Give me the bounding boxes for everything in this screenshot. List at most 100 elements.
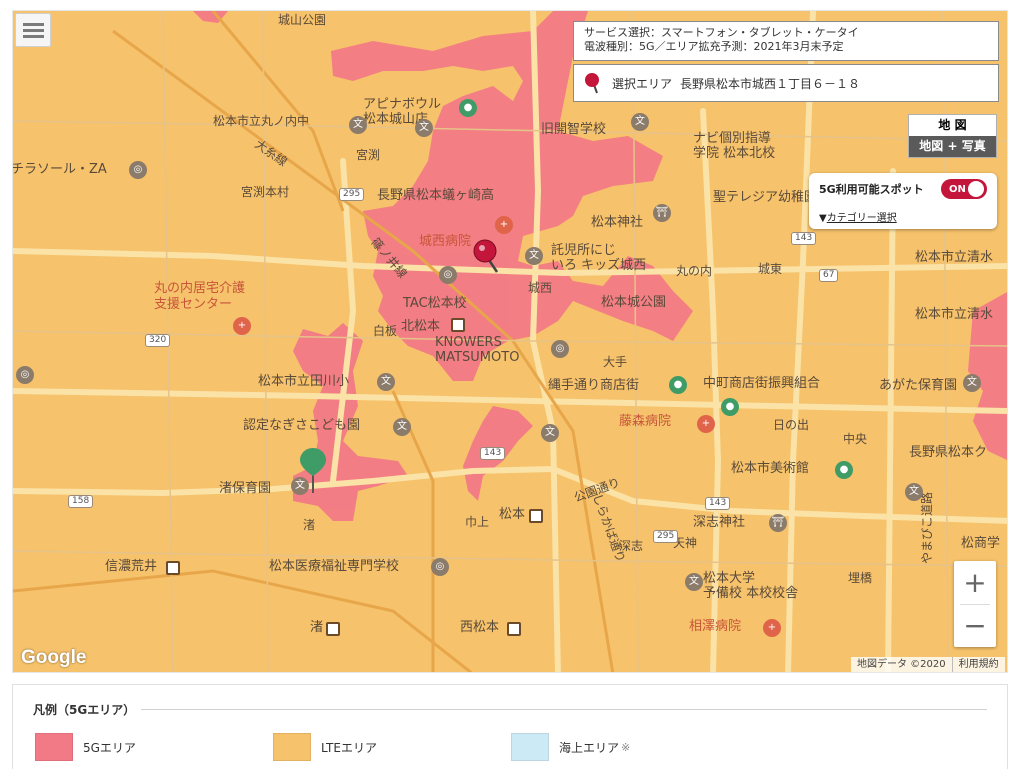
poi-icon: ◎	[129, 161, 147, 179]
school-icon: 文	[963, 374, 981, 392]
label-marunouchi-care: 丸の内居宅介護 支援センター	[154, 281, 246, 312]
station-icon	[166, 561, 180, 575]
route-shield: 143	[705, 497, 731, 510]
category-select[interactable]: ▼カテゴリー選択	[819, 209, 987, 224]
label-telegia: 聖テレジア幼稚園	[713, 190, 818, 205]
map-type-satellite[interactable]: 地図 + 写真	[909, 136, 996, 157]
area-label: 選択エリア	[612, 76, 673, 91]
school-icon: 文	[905, 483, 923, 501]
label-matsunomi: 松商学	[961, 536, 1001, 551]
selected-area-box: 選択エリア 長野県松本市城西１丁目６－１８	[573, 64, 999, 102]
route-shield: 320	[145, 334, 171, 347]
hospital-icon: +	[763, 619, 781, 637]
label-hinode: 日の出	[773, 418, 810, 432]
legend-swatch-lte	[273, 733, 311, 761]
label-nagisa-kodomoen: 認定なぎさこども園	[243, 418, 361, 433]
service-line: サービス選択：スマートフォン・タブレット・ケータイ	[584, 26, 859, 39]
park-icon: ●	[459, 99, 477, 117]
label-nishi-matsumoto: 西松本	[460, 620, 500, 635]
route-shield: 295	[653, 530, 679, 543]
school-icon: 文	[525, 247, 543, 265]
wave-type-line: 電波種別：5G／エリア拡充予測：2021年3月末予定	[584, 40, 844, 53]
label-iryou-senmon: 松本医療福祉専門学校	[269, 559, 400, 574]
station-icon	[326, 622, 340, 636]
google-logo: Google	[21, 647, 87, 668]
poi-icon: ◎	[551, 340, 569, 358]
spot-title: 5G利用可能スポット	[819, 183, 924, 196]
menu-button[interactable]	[15, 13, 51, 47]
label-joyama-park: 城山公園	[278, 13, 327, 27]
fiveg-spot-panel: 5G利用可能スポット ON ▼カテゴリー選択	[809, 173, 997, 229]
school-icon: 文	[349, 116, 367, 134]
label-matsumoto-univ: 松本大学 予備校 本校校舎	[703, 571, 799, 601]
label-tac: TAC松本校	[403, 296, 467, 311]
legend-swatch-marine	[511, 733, 549, 761]
poi-icon: ◎	[431, 558, 449, 576]
station-icon	[529, 509, 543, 523]
label-nawate: 縄手通り商店街	[548, 378, 640, 393]
zoom-control: + −	[954, 561, 996, 647]
station-icon	[451, 318, 465, 332]
school-icon: 文	[415, 119, 433, 137]
shopping-icon: ●	[669, 376, 687, 394]
label-shinanoarai: 信濃荒井	[105, 559, 158, 574]
route-shield: 143	[480, 447, 506, 460]
legend-title: 凡例（5Gエリア）	[33, 703, 136, 717]
hospital-icon: +	[697, 415, 715, 433]
label-shimizu-1: 松本市立清水	[915, 250, 994, 265]
map-type-map[interactable]: 地 図	[909, 115, 996, 136]
area-address: 長野県松本市城西１丁目６－１８	[680, 76, 861, 91]
legend-panel: 凡例（5Gエリア） 5Gエリア LTEエリア 海上エリア ※	[12, 684, 1008, 769]
route-shield: 143	[791, 232, 817, 245]
spot-marker-green[interactable]	[299, 446, 327, 494]
label-miyabuchi-honmura: 宮渕本村	[241, 185, 290, 199]
menu-icon	[23, 23, 44, 26]
station-icon	[507, 622, 521, 636]
label-navi-kobetsu: ナビ個別指導 学院 松本北校	[693, 131, 776, 161]
route-shield: 67	[819, 269, 839, 282]
label-fujimori: 藤森病院	[619, 414, 672, 429]
hospital-icon: +	[495, 216, 513, 234]
label-agata-nursery: あがた保育園	[879, 378, 958, 393]
route-shield: 295	[339, 188, 365, 201]
label-nakamachi: 中町商店街振興組合	[703, 376, 821, 391]
label-shimizu-2: 松本市立清水	[915, 307, 994, 322]
legend-item-5g: 5Gエリア	[35, 733, 136, 761]
school-icon: 文	[393, 418, 411, 436]
label-yamabiko: やまびこ道路	[920, 491, 935, 565]
coverage-map[interactable]: 城山公園 松本市立丸ノ内中 アピナボウル 松本城山店 宮渕 大糸線 チラソール・…	[12, 10, 1008, 673]
zoom-out-button[interactable]: −	[954, 604, 996, 647]
label-josai: 城西	[528, 281, 553, 295]
selected-location-marker[interactable]	[473, 239, 503, 275]
label-matsumoto-station: 松本	[499, 507, 526, 522]
care-icon: +	[233, 317, 251, 335]
label-takujisho: 託児所にじ いろ キッズ城西	[551, 243, 647, 273]
label-uzuhashi: 埋橋	[848, 571, 873, 585]
school-icon: 文	[541, 424, 559, 442]
label-aizawa: 相澤病院	[689, 619, 742, 634]
museum-icon: ●	[835, 461, 853, 479]
label-nakaue: 巾上	[465, 515, 490, 529]
legend-item-marine: 海上エリア ※	[511, 733, 630, 761]
label-joto: 城東	[758, 262, 783, 276]
shrine-icon: ⛩	[653, 204, 671, 222]
label-matsumoto-castle-park: 松本城公園	[601, 295, 667, 310]
label-tagawa-es: 松本市立田川小	[258, 374, 350, 389]
label-shirakabe: 白板	[373, 324, 398, 338]
label-kitamatsumoto: 北松本	[401, 319, 441, 334]
label-sunsol: チラソール・ZA	[12, 162, 107, 177]
school-icon: 文	[377, 373, 395, 391]
label-nagisa-station: 渚	[310, 620, 324, 635]
label-marunouchi-jhs: 松本市立丸ノ内中	[213, 114, 310, 128]
map-credits: 地図データ ©2020 利用規約	[851, 657, 1005, 672]
poi-icon: ◎	[16, 366, 34, 384]
label-ohte: 大手	[603, 355, 628, 369]
label-josai-hospital: 城西病院	[419, 234, 472, 249]
label-agatagaoka-high: 長野県松本蟻ヶ崎高	[377, 188, 495, 203]
label-chuo: 中央	[843, 432, 868, 446]
label-art-museum: 松本市美術館	[731, 461, 810, 476]
spot-toggle[interactable]: ON	[941, 179, 987, 199]
zoom-in-button[interactable]: +	[954, 561, 996, 604]
terms-link[interactable]: 利用規約	[959, 657, 999, 672]
label-nagano-matsumoto: 長野県松本ク	[909, 445, 988, 460]
